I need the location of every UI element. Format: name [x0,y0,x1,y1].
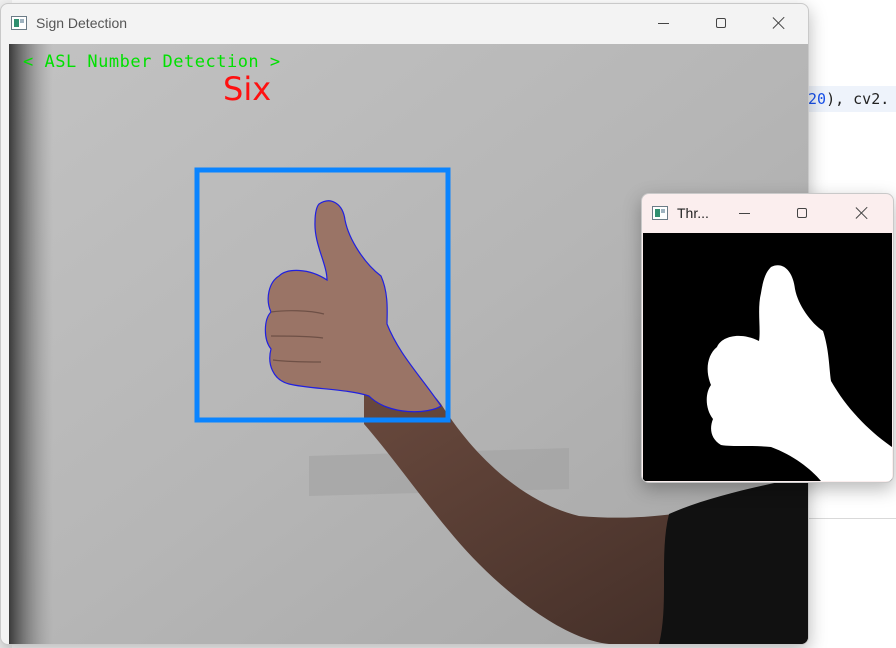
maximize-icon [797,208,807,218]
asl-detection-title: < ASL Number Detection > [23,52,281,72]
window-title: Thr... [677,205,709,221]
maximize-icon [716,18,726,28]
editor-divider [808,518,896,519]
window-title: Sign Detection [36,15,128,31]
minimize-button[interactable] [715,194,773,232]
opencv-app-icon [11,16,27,30]
threshold-mask [643,233,892,481]
minimize-icon [738,212,750,214]
titlebar[interactable]: Thr... [642,194,893,232]
close-icon [855,206,869,220]
code-text: ), cv2. [826,90,890,108]
code-line[interactable]: 20), cv2. [808,86,896,112]
maximize-button[interactable] [692,4,750,42]
titlebar[interactable]: Sign Detection [1,4,808,42]
minimize-icon [657,22,669,24]
opencv-app-icon [652,206,668,220]
window-controls [634,4,808,42]
close-button[interactable] [750,4,808,42]
left-shadow [9,44,53,644]
window-controls [715,194,893,232]
threshold-window[interactable]: Thr... [641,193,894,483]
close-icon [772,16,786,30]
threshold-image [643,233,892,481]
close-button[interactable] [831,194,893,232]
maximize-button[interactable] [773,194,831,232]
code-number-literal: 20 [808,90,827,108]
minimize-button[interactable] [634,4,692,42]
prediction-label: Six [223,70,272,108]
